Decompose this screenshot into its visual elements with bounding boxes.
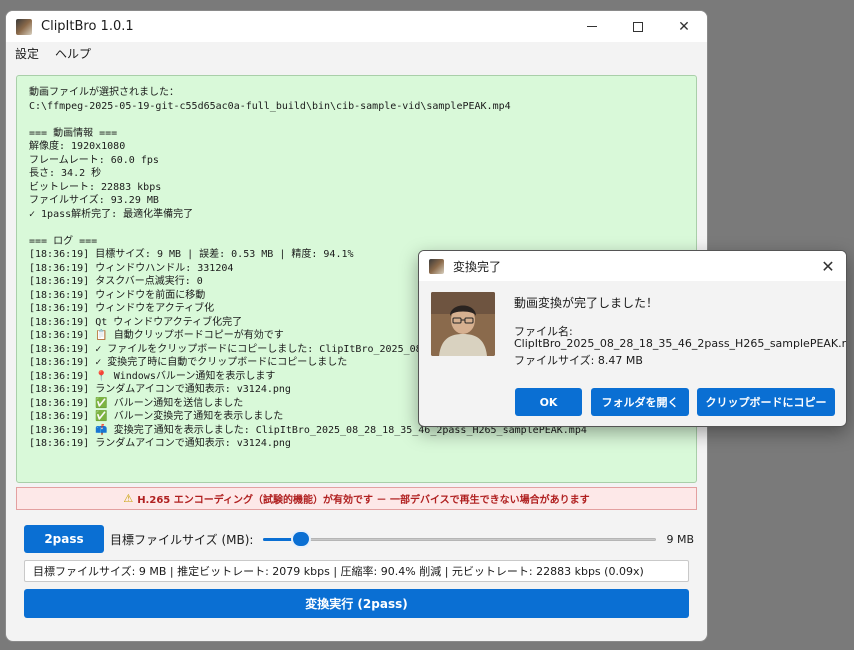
target-size-label: 目標ファイルサイズ (MB):	[110, 532, 254, 547]
pass-mode-button[interactable]: 2pass	[24, 525, 104, 553]
dialog-message: 動画変換が完了しました！	[514, 296, 659, 310]
close-icon: ✕	[821, 256, 835, 276]
log-line: 解像度: 1920x1080	[29, 141, 126, 152]
log-line: ✓ 1pass解析完了: 最適化準備完了	[29, 208, 194, 220]
close-icon: ✕	[678, 18, 690, 35]
minimize-icon	[587, 26, 597, 27]
convert-button[interactable]: 変換実行 (2pass)	[24, 589, 689, 618]
log-line: === ログ ===	[29, 235, 98, 247]
ok-button[interactable]: OK	[515, 388, 582, 416]
slider-thumb[interactable]	[291, 530, 312, 548]
log-line: ビットレート: 22883 kbps	[29, 181, 162, 193]
title-bar: ClipItBro 1.0.1 ✕	[6, 11, 707, 42]
target-size-slider[interactable]	[263, 525, 657, 553]
app-icon	[16, 18, 32, 35]
target-size-value: 9 MB	[666, 532, 694, 546]
warning-text: H.265 エンコーディング（試験的機能）が有効です － 一部デバイスで再生でき…	[137, 495, 590, 506]
maximize-icon	[633, 21, 643, 32]
encoding-info-bar: 目標ファイルサイズ: 9 MB | 推定ビットレート: 2079 kbps | …	[24, 560, 689, 582]
menu-bar: 設定 ヘルプ	[6, 42, 707, 64]
log-line: [18:36:19] ランダムアイコンで通知表示: v3124.png	[29, 438, 291, 449]
dialog-close-button[interactable]: ✕	[818, 256, 838, 276]
slider-track	[263, 538, 657, 541]
log-line: C:\ffmpeg-2025-05-19-git-c55d65ac0a-full…	[29, 100, 511, 112]
log-line: === 動画情報 ===	[29, 127, 118, 139]
dialog-filesize: ファイルサイズ: 8.47 MB	[514, 354, 643, 367]
log-line: ファイルサイズ: 93.29 MB	[29, 195, 159, 206]
window-controls: ✕	[569, 11, 707, 42]
warning-icon: ⚠	[123, 492, 134, 505]
open-folder-button[interactable]: フォルダを開く	[591, 388, 689, 416]
copy-to-clipboard-button[interactable]: クリップボードにコピー	[697, 388, 835, 416]
dialog-app-icon	[429, 258, 444, 274]
log-line: 動画ファイルが選択されました：	[29, 87, 179, 98]
close-button[interactable]: ✕	[661, 11, 707, 42]
dialog-title-bar: 変換完了 ✕	[419, 251, 846, 281]
conversion-complete-dialog: 変換完了 ✕ 動画変換が完了しました！ ファイル名: ClipItBro_202…	[418, 250, 847, 427]
menu-settings[interactable]: 設定	[15, 45, 39, 62]
menu-help[interactable]: ヘルプ	[55, 45, 91, 62]
maximize-button[interactable]	[615, 11, 661, 42]
h265-warning-banner: ⚠ H.265 エンコーディング（試験的機能）が有効です － 一部デバイスで再生…	[16, 487, 697, 510]
size-controls-row: 2pass 目標ファイルサイズ (MB): 9 MB	[24, 525, 696, 553]
dialog-filename-value: ClipItBro_2025_08_28_18_35_46_2pass_H265…	[514, 337, 847, 350]
dialog-title: 変換完了	[453, 259, 502, 274]
minimize-button[interactable]	[569, 11, 615, 42]
window-title: ClipItBro 1.0.1	[41, 19, 134, 34]
log-line: 長さ: 34.2 秒	[29, 168, 102, 179]
log-line: フレームレート: 60.0 fps	[29, 154, 159, 166]
notification-avatar-image	[431, 292, 495, 356]
